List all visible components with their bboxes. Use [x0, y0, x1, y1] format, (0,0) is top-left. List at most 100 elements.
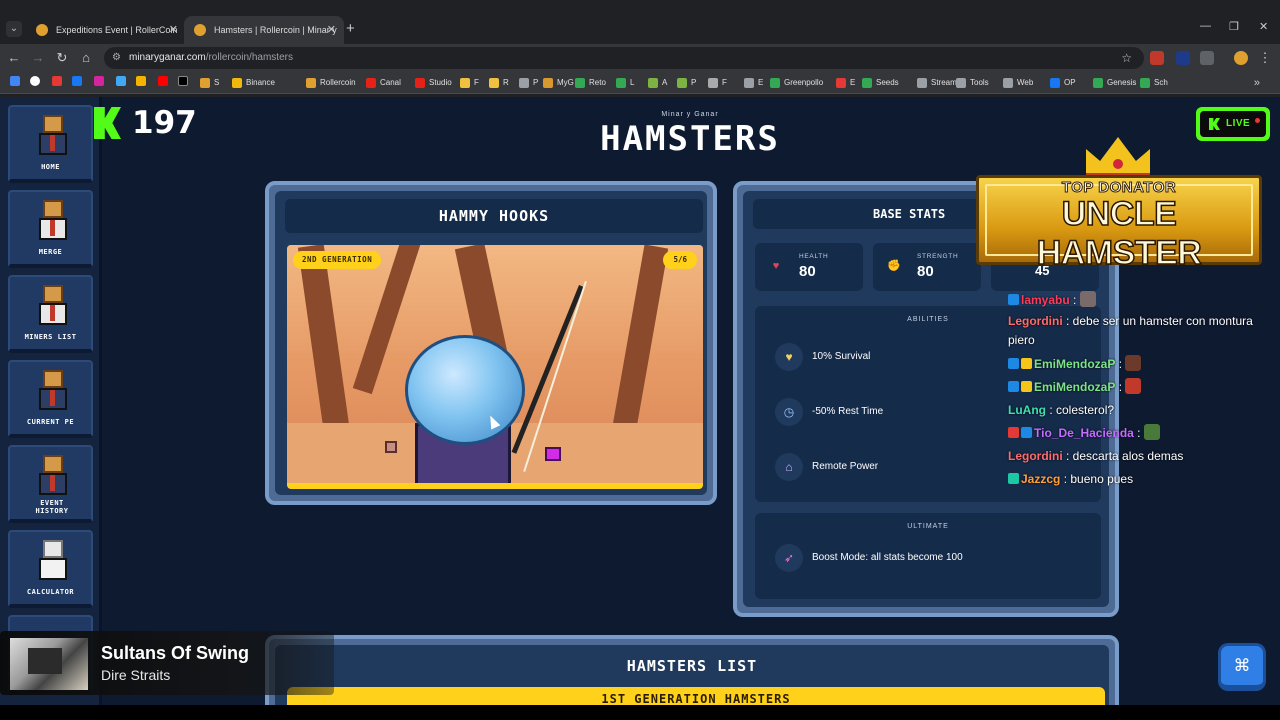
- forward-icon[interactable]: →: [28, 48, 48, 68]
- sidebar-item-label: MINERS LIST: [24, 333, 77, 341]
- bookmark-item[interactable]: A: [648, 72, 667, 94]
- bookmark-item[interactable]: Tools: [956, 72, 989, 94]
- bookmark-icon[interactable]: [136, 72, 146, 94]
- bookmark-item[interactable]: R: [489, 72, 509, 94]
- bookmark-item[interactable]: P: [519, 72, 538, 94]
- hamsters-list-title: HAMSTERS LIST: [626, 657, 758, 675]
- home-icon[interactable]: ⌂: [76, 48, 96, 68]
- extensions-puzzle-icon[interactable]: [1200, 51, 1214, 65]
- bookmark-label: Sch: [1154, 78, 1168, 87]
- bookmark-favicon-icon: [543, 78, 553, 88]
- bookmark-item[interactable]: Web: [1003, 72, 1033, 94]
- chat-emote-icon: [1125, 378, 1142, 394]
- sidebar-item-calculator[interactable]: CALCULATOR: [8, 530, 93, 608]
- bookmark-item[interactable]: E: [744, 72, 763, 94]
- bookmark-item[interactable]: MyG: [543, 72, 574, 94]
- tab-search-button[interactable]: ⌄: [6, 21, 22, 37]
- new-tab-button[interactable]: +: [346, 20, 355, 38]
- bookmark-favicon-icon: [616, 78, 626, 88]
- bookmark-icon-apps[interactable]: [10, 72, 20, 94]
- bookmark-label: A: [662, 78, 668, 87]
- bookmark-item[interactable]: Rollercoin: [306, 72, 356, 94]
- bookmark-favicon-icon: [366, 78, 376, 88]
- chat-emote-icon: [1143, 424, 1160, 440]
- bookmark-item[interactable]: Canal: [366, 72, 401, 94]
- bookmark-icon-instagram[interactable]: [94, 72, 104, 94]
- bookmark-item[interactable]: E: [836, 72, 855, 94]
- tab-close-icon[interactable]: ✕: [327, 16, 336, 44]
- bookmark-item[interactable]: OP: [1050, 72, 1076, 94]
- heart-shield-icon: ♥: [775, 343, 803, 371]
- bookmark-item[interactable]: F: [460, 72, 479, 94]
- bookmark-icon[interactable]: [116, 72, 126, 94]
- bookmark-item[interactable]: Sch: [1140, 72, 1168, 94]
- bookmark-icon-facebook[interactable]: [72, 72, 82, 94]
- bookmark-item[interactable]: Greenpollo: [770, 72, 823, 94]
- bookmark-item[interactable]: S: [200, 72, 219, 94]
- restore-icon[interactable]: ❐: [1229, 20, 1239, 33]
- bookmark-icon-x[interactable]: [178, 72, 188, 94]
- bookmarks-overflow-icon[interactable]: »: [1254, 72, 1260, 94]
- bookmark-item[interactable]: P: [677, 72, 696, 94]
- bookmark-icon[interactable]: [52, 72, 62, 94]
- hamster-name: HAMMY HOOKS: [285, 199, 703, 233]
- back-icon[interactable]: ←: [4, 48, 24, 68]
- viewer-count: 197: [132, 105, 197, 141]
- live-button[interactable]: LIVE: [1196, 107, 1270, 141]
- sidebar-item-current-pe[interactable]: CURRENT PE: [8, 360, 93, 438]
- extension-icon[interactable]: [1176, 51, 1190, 65]
- bookmark-item[interactable]: Genesis: [1093, 72, 1136, 94]
- browser-chrome: ⌄ Expeditions Event | RollerCoin ✕ Hamst…: [0, 0, 1280, 97]
- chat-badge-icon: [1008, 294, 1019, 305]
- kick-logo-icon: [94, 107, 121, 139]
- bookmark-item[interactable]: Stream: [917, 72, 957, 94]
- sidebar-item-home[interactable]: HOME: [8, 105, 93, 183]
- chat-emote-icon: [1079, 291, 1096, 307]
- menu-kebab-icon[interactable]: ⋮: [1255, 48, 1275, 68]
- bookmark-icon-youtube[interactable]: [158, 72, 168, 94]
- ultimate-heading: ULTIMATE: [907, 523, 949, 530]
- bookmark-label: L: [630, 78, 635, 87]
- pebble-icon: [385, 441, 397, 453]
- page-content: HOME MERGE MINERS LIST CURRENT PE EVENT …: [0, 97, 1280, 705]
- bookmark-favicon-icon: [460, 78, 470, 88]
- bookmark-item[interactable]: Binance: [232, 72, 275, 94]
- page-title: HAMSTERS: [600, 119, 780, 159]
- chat-message: EmiMendozaP :: [1008, 378, 1278, 397]
- hamster-helmet: [405, 335, 525, 445]
- extension-icon[interactable]: [1150, 51, 1164, 65]
- bookmark-label: E: [758, 78, 764, 87]
- sidebar-item-label: CALCULATOR: [26, 588, 75, 596]
- generation-header[interactable]: 1ST GENERATION HAMSTERS: [287, 687, 1105, 705]
- ultimate-section: ULTIMATE ➶ Boost Mode: all stats become …: [755, 513, 1101, 599]
- url-text: minaryganar.com/rollercoin/hamsters: [129, 52, 293, 63]
- chat-badge-icon: [1021, 427, 1032, 438]
- bookmark-label: OP: [1064, 78, 1076, 87]
- reload-icon[interactable]: ↻: [52, 48, 72, 68]
- chat-badge-icon: [1008, 358, 1019, 369]
- sidebar-item-label: CURRENT PE: [26, 418, 75, 426]
- sidebar-item-merge[interactable]: MERGE: [8, 190, 93, 268]
- ticket-button[interactable]: ⌘: [1218, 643, 1266, 691]
- tab-expeditions[interactable]: Expeditions Event | RollerCoin ✕: [26, 16, 186, 44]
- minimize-icon[interactable]: —: [1200, 20, 1211, 32]
- close-window-icon[interactable]: ✕: [1259, 20, 1268, 33]
- profile-avatar[interactable]: [1234, 51, 1248, 65]
- bookmark-star-icon[interactable]: ☆: [1121, 47, 1132, 69]
- address-bar[interactable]: ⚙ minaryganar.com/rollercoin/hamsters ☆: [104, 47, 1144, 69]
- bookmark-item[interactable]: Reto: [575, 72, 606, 94]
- site-info-icon[interactable]: ⚙: [112, 52, 124, 64]
- bookmark-item[interactable]: Seeds: [862, 72, 899, 94]
- bookmark-item[interactable]: Studio: [415, 72, 452, 94]
- tab-hamsters[interactable]: Hamsters | Rollercoin | Minar y ✕: [184, 16, 344, 44]
- sidebar-item-miners-list[interactable]: MINERS LIST: [8, 275, 93, 353]
- bookmark-item[interactable]: F: [708, 72, 727, 94]
- bookmark-item[interactable]: L: [616, 72, 634, 94]
- bookmark-label: Web: [1017, 78, 1034, 87]
- bookmark-label: Seeds: [876, 78, 899, 87]
- bookmark-favicon-icon: [1003, 78, 1013, 88]
- chat-message: Jazzcg : bueno pues: [1008, 470, 1278, 489]
- bookmark-icon[interactable]: [30, 72, 40, 94]
- sidebar-item-event-history[interactable]: EVENT HISTORY: [8, 445, 93, 523]
- tab-close-icon[interactable]: ✕: [169, 16, 178, 44]
